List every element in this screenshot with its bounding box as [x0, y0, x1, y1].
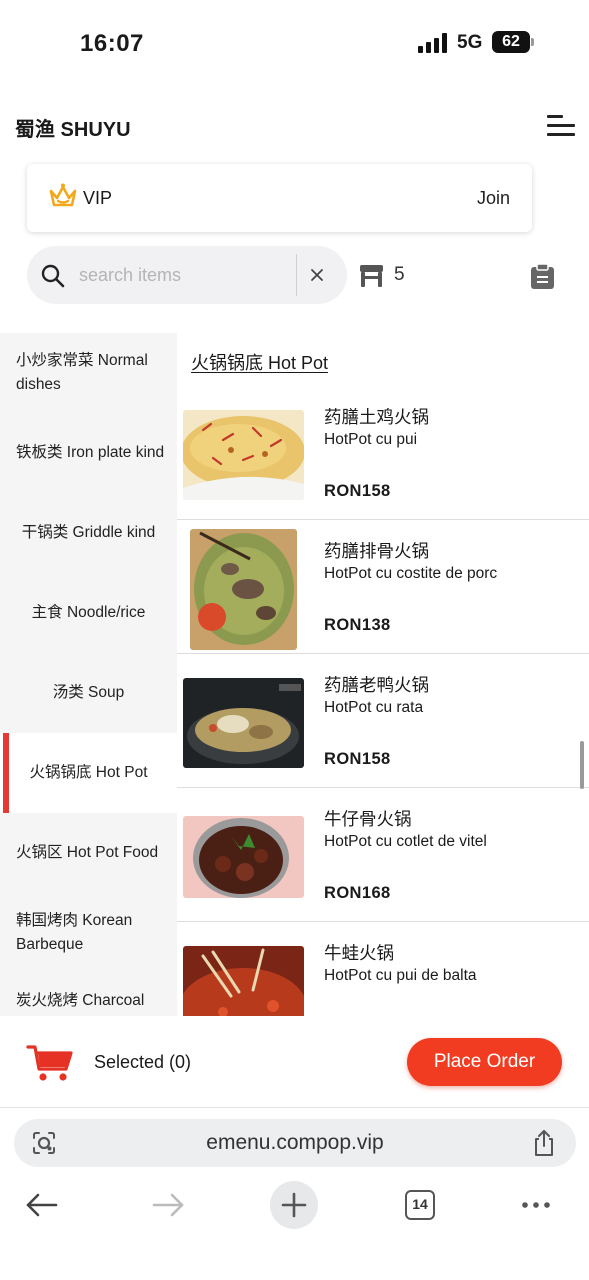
item-name-cn: 药膳排骨火锅: [324, 541, 429, 561]
category-soup[interactable]: 汤类 Soup: [0, 653, 177, 733]
close-icon[interactable]: [307, 265, 327, 285]
menu-item[interactable]: 牛仔骨火锅 HotPot cu cotlet de vitel RON168: [177, 788, 589, 922]
item-price: RON158: [324, 750, 391, 768]
category-sidebar: 小炒家常菜 Normal dishes 铁板类 Iron plate kind …: [0, 333, 177, 1016]
tab-count: 14: [405, 1190, 435, 1220]
back-button[interactable]: [18, 1181, 66, 1229]
url-text: emenu.compop.vip: [206, 1131, 384, 1154]
item-name-ro: HotPot cu rata: [324, 699, 424, 716]
address-bar[interactable]: emenu.compop.vip: [14, 1119, 576, 1167]
section-title: 火锅锅底 Hot Pot: [191, 353, 329, 373]
join-vip-link[interactable]: Join: [477, 188, 510, 209]
battery-icon: 62: [492, 31, 534, 53]
category-normal-dishes[interactable]: 小炒家常菜 Normal dishes: [0, 333, 177, 413]
category-hot-pot[interactable]: 火锅锅底 Hot Pot: [0, 733, 177, 813]
category-iron-plate[interactable]: 铁板类 Iron plate kind: [0, 413, 177, 493]
menu-content: 小炒家常菜 Normal dishes 铁板类 Iron plate kind …: [0, 333, 589, 1016]
selected-count: Selected (0): [94, 1052, 192, 1072]
network-type: 5G: [457, 32, 483, 53]
cart-icon[interactable]: [26, 1043, 74, 1083]
category-label: 火锅区 Hot Pot Food: [16, 844, 159, 861]
place-order-button[interactable]: Place Order: [407, 1038, 562, 1086]
menu-item[interactable]: 药膳老鸭火锅 HotPot cu rata RON158: [177, 654, 589, 788]
menu-icon[interactable]: [547, 113, 575, 139]
more-button[interactable]: [512, 1181, 560, 1229]
status-time: 16:07: [80, 30, 144, 57]
category-charcoal[interactable]: 炭火烧烤 Charcoal: [0, 961, 177, 1016]
browser-toolbar: 14: [0, 1175, 589, 1245]
restaurant-name: 蜀渔 SHUYU: [15, 119, 131, 141]
item-name-ro: HotPot cu costite de porc: [324, 565, 498, 582]
category-label: 主食 Noodle/rice: [31, 604, 146, 621]
search-icon: [41, 264, 65, 288]
category-label: 干锅类 Griddle kind: [21, 524, 156, 541]
search-bar[interactable]: [27, 246, 347, 304]
search-divider: [296, 254, 297, 296]
table-number: 5: [394, 264, 405, 285]
new-tab-button[interactable]: [270, 1181, 318, 1229]
category-label: 汤类 Soup: [52, 684, 125, 701]
category-label: 火锅锅底 Hot Pot: [29, 764, 148, 781]
menu-item[interactable]: 牛蛙火锅 HotPot cu pui de balta: [177, 922, 589, 1016]
item-price: RON168: [324, 884, 391, 902]
vip-label: VIP: [83, 188, 113, 208]
clipboard-icon[interactable]: [530, 263, 555, 290]
food-photo: [183, 816, 304, 898]
signal-icon: [418, 33, 448, 53]
menu-item[interactable]: 药膳土鸡火锅 HotPot cu pui RON158: [177, 386, 589, 520]
scrollbar[interactable]: [580, 741, 584, 789]
forward-button[interactable]: [144, 1181, 192, 1229]
arrow-left-icon: [26, 1193, 58, 1217]
category-griddle[interactable]: 干锅类 Griddle kind: [0, 493, 177, 573]
item-name-ro: HotPot cu cotlet de vitel: [324, 833, 487, 850]
item-price: RON158: [324, 482, 391, 500]
category-noodle-rice[interactable]: 主食 Noodle/rice: [0, 573, 177, 653]
table-icon: [360, 265, 383, 287]
battery-level: 62: [502, 33, 520, 50]
item-name-cn: 牛蛙火锅: [324, 943, 394, 963]
search-input[interactable]: [79, 260, 289, 290]
category-hot-pot-food[interactable]: 火锅区 Hot Pot Food: [0, 813, 177, 893]
food-photo: [183, 678, 304, 768]
item-name-cn: 牛仔骨火锅: [324, 809, 412, 829]
arrow-right-icon: [152, 1193, 184, 1217]
plus-icon: [281, 1192, 307, 1218]
share-icon[interactable]: [532, 1129, 556, 1157]
item-price: RON138: [324, 616, 391, 634]
vip-banner[interactable]: VIP Join: [27, 164, 532, 232]
item-name-cn: 药膳老鸭火锅: [324, 675, 429, 695]
category-label: 炭火烧烤 Charcoal: [16, 992, 145, 1009]
category-label: 小炒家常菜 Normal dishes: [16, 352, 148, 393]
menu-item[interactable]: 药膳排骨火锅 HotPot cu costite de porc RON138: [177, 520, 589, 654]
crown-icon: [49, 183, 77, 207]
food-photo: [190, 529, 297, 650]
food-photo: [183, 946, 304, 1016]
tabs-button[interactable]: 14: [396, 1181, 444, 1229]
order-bar: Selected (0) Place Order: [0, 1016, 589, 1108]
food-photo: [183, 410, 304, 500]
category-label: 铁板类 Iron plate kind: [16, 444, 165, 461]
item-name-cn: 药膳土鸡火锅: [324, 407, 429, 427]
more-dots-icon: [522, 1202, 550, 1208]
item-name-ro: HotPot cu pui de balta: [324, 967, 477, 984]
category-label: 韩国烤肉 Korean Barbeque: [16, 912, 133, 953]
status-bar: 16:07 5G 62: [0, 0, 589, 88]
item-name-ro: HotPot cu pui: [324, 431, 418, 448]
